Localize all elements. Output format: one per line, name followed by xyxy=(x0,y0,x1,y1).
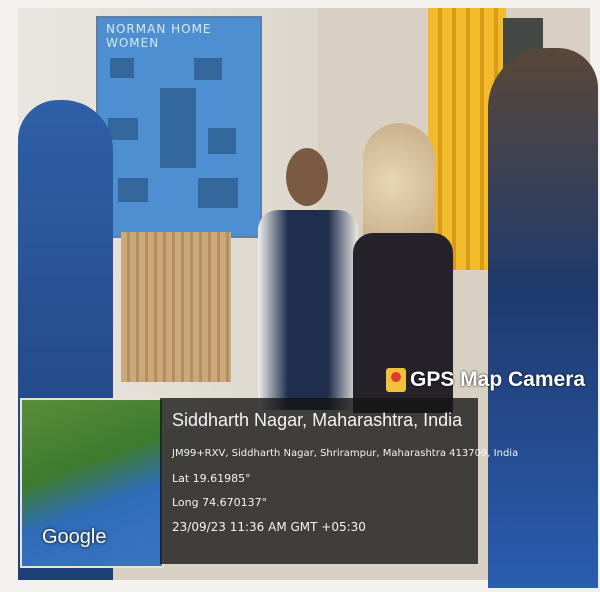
board-tile xyxy=(110,58,134,78)
address-line: JM99+RXV, Siddharth Nagar, Shrirampur, M… xyxy=(172,448,519,459)
place-title: Siddharth Nagar, Maharashtra, India xyxy=(172,410,463,430)
board-tile xyxy=(108,118,138,140)
google-logo: Google xyxy=(42,526,107,548)
board-tile xyxy=(118,178,148,202)
app-name: GPS Map Camera xyxy=(410,368,586,391)
board-tile xyxy=(194,58,222,80)
gps-map-camera-badge: GPS Map Camera xyxy=(386,368,585,392)
board-tile xyxy=(208,128,236,154)
geotagged-photo: NORMAN HOME WOMEN Google GPS Map Camera xyxy=(0,0,600,592)
location-overlay: Siddharth Nagar, Maharashtra, India JM99… xyxy=(160,398,518,564)
longitude: Long 74.670137° xyxy=(172,496,268,509)
notice-board: NORMAN HOME WOMEN xyxy=(96,16,262,238)
location-pin-icon xyxy=(386,368,406,392)
woman-dark-outfit xyxy=(258,148,358,410)
map-thumbnail: Google xyxy=(20,398,164,568)
window-blinds xyxy=(121,232,231,382)
head xyxy=(286,148,328,206)
body xyxy=(258,210,358,410)
person-right-blurred xyxy=(488,48,598,588)
timestamp: 23/09/23 11:36 AM GMT +05:30 xyxy=(172,520,366,534)
board-figure xyxy=(160,88,196,168)
latitude: Lat 19.61985° xyxy=(172,472,251,485)
board-tile xyxy=(198,178,238,208)
board-title: NORMAN HOME WOMEN xyxy=(106,22,212,50)
